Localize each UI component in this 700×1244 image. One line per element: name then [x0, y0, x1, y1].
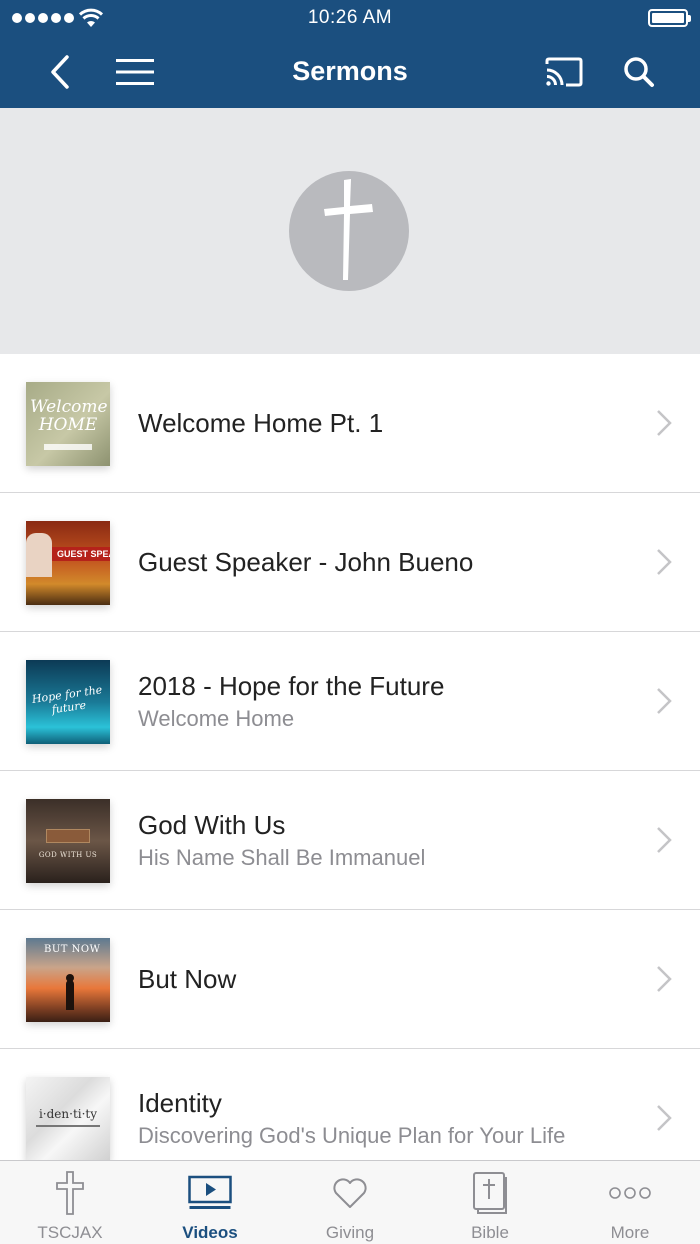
- tab-label: Bible: [471, 1223, 509, 1242]
- tab-label: More: [610, 1223, 650, 1242]
- search-button[interactable]: [617, 50, 661, 94]
- status-bar: 10:26 AM: [0, 0, 700, 36]
- sermon-row-hope-for-the-future[interactable]: Hope for the future 2018 - Hope for the …: [0, 632, 700, 771]
- battery-icon: [648, 9, 691, 27]
- tab-bible[interactable]: Bible: [420, 1161, 560, 1244]
- chevron-right-icon: [657, 966, 672, 992]
- sermon-thumbnail: BUT NOW: [26, 938, 110, 1022]
- tab-more[interactable]: More: [560, 1161, 700, 1244]
- tab-label: Videos: [182, 1223, 238, 1242]
- status-time: 10:26 AM: [307, 7, 393, 28]
- sermon-series: Welcome Home: [138, 706, 295, 731]
- sermon-title: God With Us: [138, 810, 286, 840]
- more-icon: [609, 1187, 651, 1199]
- thumbnail-caption: i·den·ti·ty: [38, 1107, 98, 1121]
- sermon-title: Identity: [138, 1088, 222, 1118]
- tab-videos[interactable]: Videos: [140, 1161, 280, 1244]
- tab-label: TSCJAX: [37, 1223, 103, 1242]
- sermon-title: But Now: [138, 964, 237, 994]
- tab-label: Giving: [325, 1223, 375, 1242]
- sermon-row-god-with-us[interactable]: GOD WITH US God With Us His Name Shall B…: [0, 771, 700, 910]
- sermon-row-but-now[interactable]: BUT NOW But Now: [0, 910, 700, 1049]
- video-icon: [188, 1175, 232, 1209]
- navigation-bar: Sermons: [0, 36, 700, 108]
- chevron-right-icon: [657, 827, 672, 853]
- chevron-right-icon: [657, 1105, 672, 1131]
- thumbnail-caption: GOD WITH US: [38, 851, 98, 859]
- bible-icon: [473, 1172, 507, 1214]
- cross-icon: [56, 1171, 84, 1215]
- cast-button[interactable]: [542, 50, 586, 94]
- sermon-row-welcome-home[interactable]: Welcome HOME Welcome Home Pt. 1: [0, 354, 700, 493]
- sermon-thumbnail: i·den·ti·ty: [26, 1077, 110, 1161]
- sermon-series: Discovering God's Unique Plan for Your L…: [138, 1123, 566, 1148]
- search-icon: [624, 57, 654, 87]
- thumbnail-caption: Welcome HOME: [30, 397, 108, 435]
- sermon-thumbnail: GOD WITH US: [26, 799, 110, 883]
- tab-tscjax[interactable]: TSCJAX: [0, 1161, 140, 1244]
- sermon-thumbnail: Hope for the future: [26, 660, 110, 744]
- header-banner: [0, 108, 700, 354]
- page-title: Sermons: [292, 56, 408, 86]
- sermon-thumbnail: Welcome HOME: [26, 382, 110, 466]
- tab-giving[interactable]: Giving: [280, 1161, 420, 1244]
- sermon-title: 2018 - Hope for the Future: [138, 671, 445, 701]
- sermon-title: Welcome Home Pt. 1: [138, 408, 384, 438]
- thumbnail-caption: GUEST SPEA MISSIONARY JOHN B: [52, 547, 110, 561]
- church-logo: [289, 171, 409, 291]
- sermon-thumbnail: GUEST SPEA MISSIONARY JOHN B: [26, 521, 110, 605]
- sermon-list: Welcome HOME Welcome Home Pt. 1 GUEST SP…: [0, 354, 700, 1188]
- thumbnail-caption: Hope for the future: [31, 683, 104, 717]
- heart-icon: [333, 1178, 367, 1208]
- sermon-title: Guest Speaker - John Bueno: [138, 547, 474, 577]
- tab-bar: TSCJAX Videos Giving Bible More: [0, 1160, 700, 1244]
- sermon-series: His Name Shall Be Immanuel: [138, 845, 426, 870]
- cast-icon: [545, 57, 583, 87]
- chevron-right-icon: [657, 688, 672, 714]
- sermon-row-guest-speaker[interactable]: GUEST SPEA MISSIONARY JOHN B Guest Speak…: [0, 493, 700, 632]
- chevron-right-icon: [657, 549, 672, 575]
- thumbnail-caption: BUT NOW: [44, 944, 101, 955]
- chevron-right-icon: [657, 410, 672, 436]
- cross-logo-icon: [324, 179, 373, 280]
